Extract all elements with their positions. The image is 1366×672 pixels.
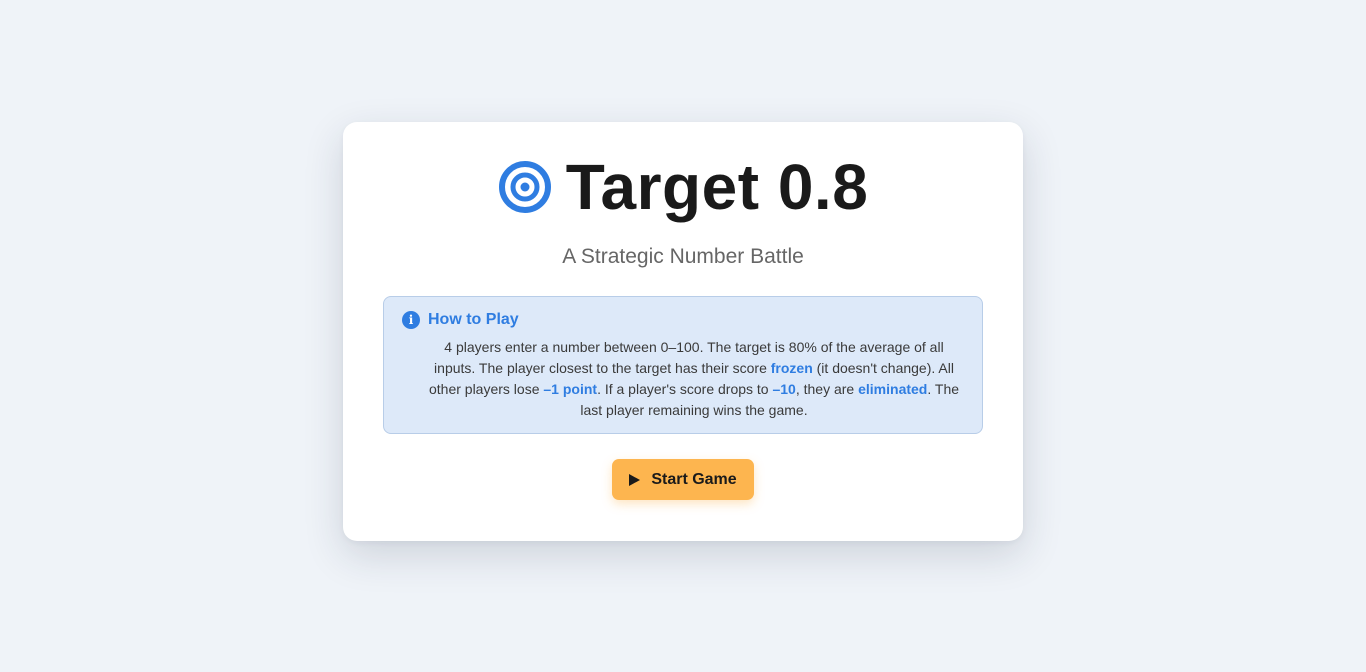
rules-highlight-eliminated: eliminated [858, 381, 928, 397]
game-title: Target 0.8 [565, 151, 869, 223]
play-icon [629, 473, 641, 486]
start-game-label: Start Game [651, 470, 737, 488]
how-to-play-panel: i How to Play 4 players enter a number b… [383, 296, 983, 434]
game-subtitle: A Strategic Number Battle [562, 245, 804, 268]
info-icon: i [402, 311, 420, 329]
rules-highlight-limit: –10 [772, 381, 796, 397]
how-to-play-title: How to Play [428, 311, 519, 328]
intro-card: Target 0.8 A Strategic Number Battle i H… [343, 122, 1023, 541]
how-to-play-header: i How to Play [402, 311, 519, 329]
page: Target 0.8 A Strategic Number Battle i H… [0, 0, 1366, 672]
rules-highlight-frozen: frozen [770, 360, 813, 376]
start-game-button[interactable]: Start Game [612, 459, 754, 500]
target-icon [498, 161, 551, 213]
rules-highlight-penalty: –1 point [543, 381, 598, 397]
how-to-play-text: 4 players enter a number between 0–100. … [424, 337, 964, 421]
title-row: Target 0.8 [343, 152, 1023, 222]
rules-text-3: . If a player's score drops to [597, 381, 773, 397]
rules-text-4: , they are [795, 381, 859, 397]
